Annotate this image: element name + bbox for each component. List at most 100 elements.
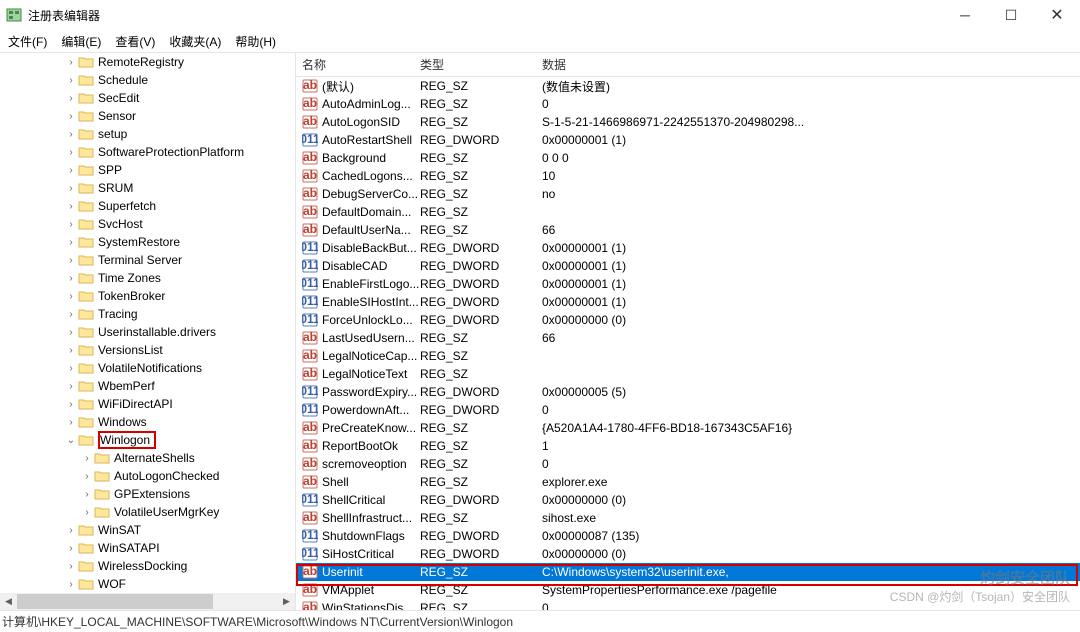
list-row[interactable]: abWinStationsDis...REG_SZ0 [296,599,1080,610]
chevron-right-icon[interactable]: › [64,237,78,248]
chevron-right-icon[interactable]: › [64,201,78,212]
tree-item[interactable]: ›AlternateShells [0,449,295,467]
chevron-right-icon[interactable]: › [80,507,94,518]
list-row[interactable]: abBackgroundREG_SZ0 0 0 [296,149,1080,167]
list-row[interactable]: abAutoAdminLog...REG_SZ0 [296,95,1080,113]
tree-item[interactable]: ›RemoteRegistry [0,53,295,71]
chevron-right-icon[interactable]: › [64,417,78,428]
chevron-right-icon[interactable]: › [64,345,78,356]
list-row[interactable]: abAutoLogonSIDREG_SZS-1-5-21-1466986971-… [296,113,1080,131]
list-row[interactable]: abShellREG_SZexplorer.exe [296,473,1080,491]
close-button[interactable]: ✕ [1034,0,1080,30]
chevron-right-icon[interactable]: › [80,471,94,482]
list-row[interactable]: 011EnableFirstLogo...REG_DWORD0x00000001… [296,275,1080,293]
tree-item[interactable]: ›Userinstallable.drivers [0,323,295,341]
list-row[interactable]: abVMAppletREG_SZSystemPropertiesPerforma… [296,581,1080,599]
column-type[interactable]: 类型 [420,56,542,73]
tree-item[interactable]: ›SystemRestore [0,233,295,251]
chevron-right-icon[interactable]: › [64,75,78,86]
list-row[interactable]: 011AutoRestartShellREG_DWORD0x00000001 (… [296,131,1080,149]
chevron-right-icon[interactable]: › [64,399,78,410]
chevron-down-icon[interactable]: ⌄ [64,435,78,446]
tree-item[interactable]: ›VolatileNotifications [0,359,295,377]
list-row[interactable]: 011EnableSIHostInt...REG_DWORD0x00000001… [296,293,1080,311]
chevron-right-icon[interactable]: › [64,165,78,176]
column-name[interactable]: 名称 [302,56,420,73]
scroll-left-icon[interactable]: ◀ [0,593,17,610]
tree-item[interactable]: ›WirelessDocking [0,557,295,575]
chevron-right-icon[interactable]: › [64,543,78,554]
list-row[interactable]: abShellInfrastruct...REG_SZsihost.exe [296,509,1080,527]
menu-edit[interactable]: 编辑(E) [57,31,105,52]
tree-hscrollbar[interactable]: ◀ ▶ [0,593,295,610]
chevron-right-icon[interactable]: › [64,147,78,158]
tree-item[interactable]: ›SPP [0,161,295,179]
list-row[interactable]: abDefaultDomain...REG_SZ [296,203,1080,221]
menu-help[interactable]: 帮助(H) [231,31,280,52]
tree-item[interactable]: ›SoftwareProtectionPlatform [0,143,295,161]
scroll-right-icon[interactable]: ▶ [278,593,295,610]
list-row[interactable]: abReportBootOkREG_SZ1 [296,437,1080,455]
list-row[interactable]: abLegalNoticeTextREG_SZ [296,365,1080,383]
list-row[interactable]: abPreCreateKnow...REG_SZ{A520A1A4-1780-4… [296,419,1080,437]
chevron-right-icon[interactable]: › [64,183,78,194]
tree-item[interactable]: ›WbemPerf [0,377,295,395]
tree-item[interactable]: ›Schedule [0,71,295,89]
chevron-right-icon[interactable]: › [64,579,78,590]
tree-item[interactable]: ›WinSATAPI [0,539,295,557]
list-row[interactable]: abDebugServerCo...REG_SZno [296,185,1080,203]
chevron-right-icon[interactable]: › [64,525,78,536]
list-row[interactable]: abscremoveoptionREG_SZ0 [296,455,1080,473]
chevron-right-icon[interactable]: › [64,93,78,104]
tree-item[interactable]: ›SvcHost [0,215,295,233]
chevron-right-icon[interactable]: › [64,111,78,122]
menu-file[interactable]: 文件(F) [4,31,51,52]
tree-item[interactable]: ›TokenBroker [0,287,295,305]
maximize-button[interactable]: ☐ [988,0,1034,30]
list-row[interactable]: abDefaultUserNa...REG_SZ66 [296,221,1080,239]
tree-item[interactable]: ›setup [0,125,295,143]
chevron-right-icon[interactable]: › [80,489,94,500]
tree-item[interactable]: ›GPExtensions [0,485,295,503]
list-row[interactable]: 011ForceUnlockLo...REG_DWORD0x00000000 (… [296,311,1080,329]
list-row[interactable]: 011DisableCADREG_DWORD0x00000001 (1) [296,257,1080,275]
list-row[interactable]: 011PowerdownAft...REG_DWORD0 [296,401,1080,419]
list-row[interactable]: abUserinitREG_SZC:\Windows\system32\user… [296,563,1080,581]
list-row[interactable]: ab(默认)REG_SZ(数值未设置) [296,77,1080,95]
chevron-right-icon[interactable]: › [64,219,78,230]
list-row[interactable]: abLastUsedUsern...REG_SZ66 [296,329,1080,347]
list-row[interactable]: 011PasswordExpiry...REG_DWORD0x00000005 … [296,383,1080,401]
list-row[interactable]: 011ShellCriticalREG_DWORD0x00000000 (0) [296,491,1080,509]
tree-item[interactable]: ›Sensor [0,107,295,125]
chevron-right-icon[interactable]: › [64,363,78,374]
chevron-right-icon[interactable]: › [64,129,78,140]
chevron-right-icon[interactable]: › [64,309,78,320]
tree-item[interactable]: ›Tracing [0,305,295,323]
column-data[interactable]: 数据 [542,56,1080,73]
list-row[interactable]: abCachedLogons...REG_SZ10 [296,167,1080,185]
tree-item[interactable]: ›SecEdit [0,89,295,107]
chevron-right-icon[interactable]: › [64,255,78,266]
menu-favorites[interactable]: 收藏夹(A) [165,31,225,52]
tree-item[interactable]: ›WinSAT [0,521,295,539]
tree-item[interactable]: ›WOF [0,575,295,593]
chevron-right-icon[interactable]: › [64,291,78,302]
menu-view[interactable]: 查看(V) [111,31,159,52]
tree-item[interactable]: ›SRUM [0,179,295,197]
tree-item[interactable]: ›AutoLogonChecked [0,467,295,485]
tree-item[interactable]: ›WiFiDirectAPI [0,395,295,413]
list-row[interactable]: abLegalNoticeCap...REG_SZ [296,347,1080,365]
tree-item[interactable]: ›VersionsList [0,341,295,359]
list-row[interactable]: 011SiHostCriticalREG_DWORD0x00000000 (0) [296,545,1080,563]
chevron-right-icon[interactable]: › [64,273,78,284]
list-row[interactable]: 011ShutdownFlagsREG_DWORD0x00000087 (135… [296,527,1080,545]
tree-item[interactable]: ›Terminal Server [0,251,295,269]
chevron-right-icon[interactable]: › [64,327,78,338]
chevron-right-icon[interactable]: › [64,561,78,572]
minimize-button[interactable]: ─ [942,0,988,30]
tree-item[interactable]: ›VolatileUserMgrKey [0,503,295,521]
chevron-right-icon[interactable]: › [64,57,78,68]
tree-item[interactable]: ›Windows [0,413,295,431]
chevron-right-icon[interactable]: › [80,453,94,464]
tree-item[interactable]: ›Time Zones [0,269,295,287]
